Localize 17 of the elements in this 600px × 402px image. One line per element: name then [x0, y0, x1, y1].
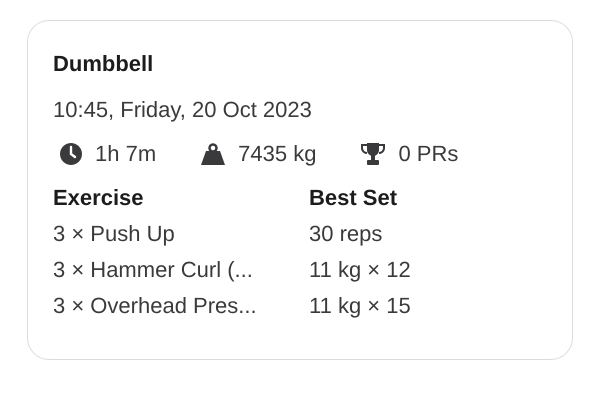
table-cell-text: 11 kg × 12: [309, 257, 412, 283]
table-cell-text: 3 × Hammer Curl (...: [53, 257, 254, 283]
workout-title: Dumbbell: [53, 51, 154, 77]
clock-icon: [59, 142, 83, 166]
workout-datetime: 10:45, Friday, 20 Oct 2023: [53, 97, 313, 123]
stat-value: 7435 kg: [238, 141, 316, 167]
trophy-icon: [360, 142, 386, 166]
stat-value: 0 PRs: [398, 141, 458, 167]
workout-card[interactable]: Dumbbell 10:45, Friday, 20 Oct 2023 1h 7m 7435 kg 0 PRs Exercise Best Set 3 × Push Up 30 reps 3 × Hammer Curl (... 11 kg × 12 3 × Overhead Pres... 11 kg × 15: [27, 20, 573, 360]
column-header: Best Set: [309, 185, 398, 211]
weight-icon: [200, 143, 226, 165]
table-cell-text: 11 kg × 15: [309, 293, 412, 319]
table-cell-text: 3 × Push Up: [53, 221, 176, 247]
table-cell-text: 30 reps: [309, 221, 384, 247]
stat-value: 1h 7m: [95, 141, 156, 167]
column-header: Exercise: [53, 185, 145, 211]
table-cell-text: 3 × Overhead Pres...: [53, 293, 258, 319]
